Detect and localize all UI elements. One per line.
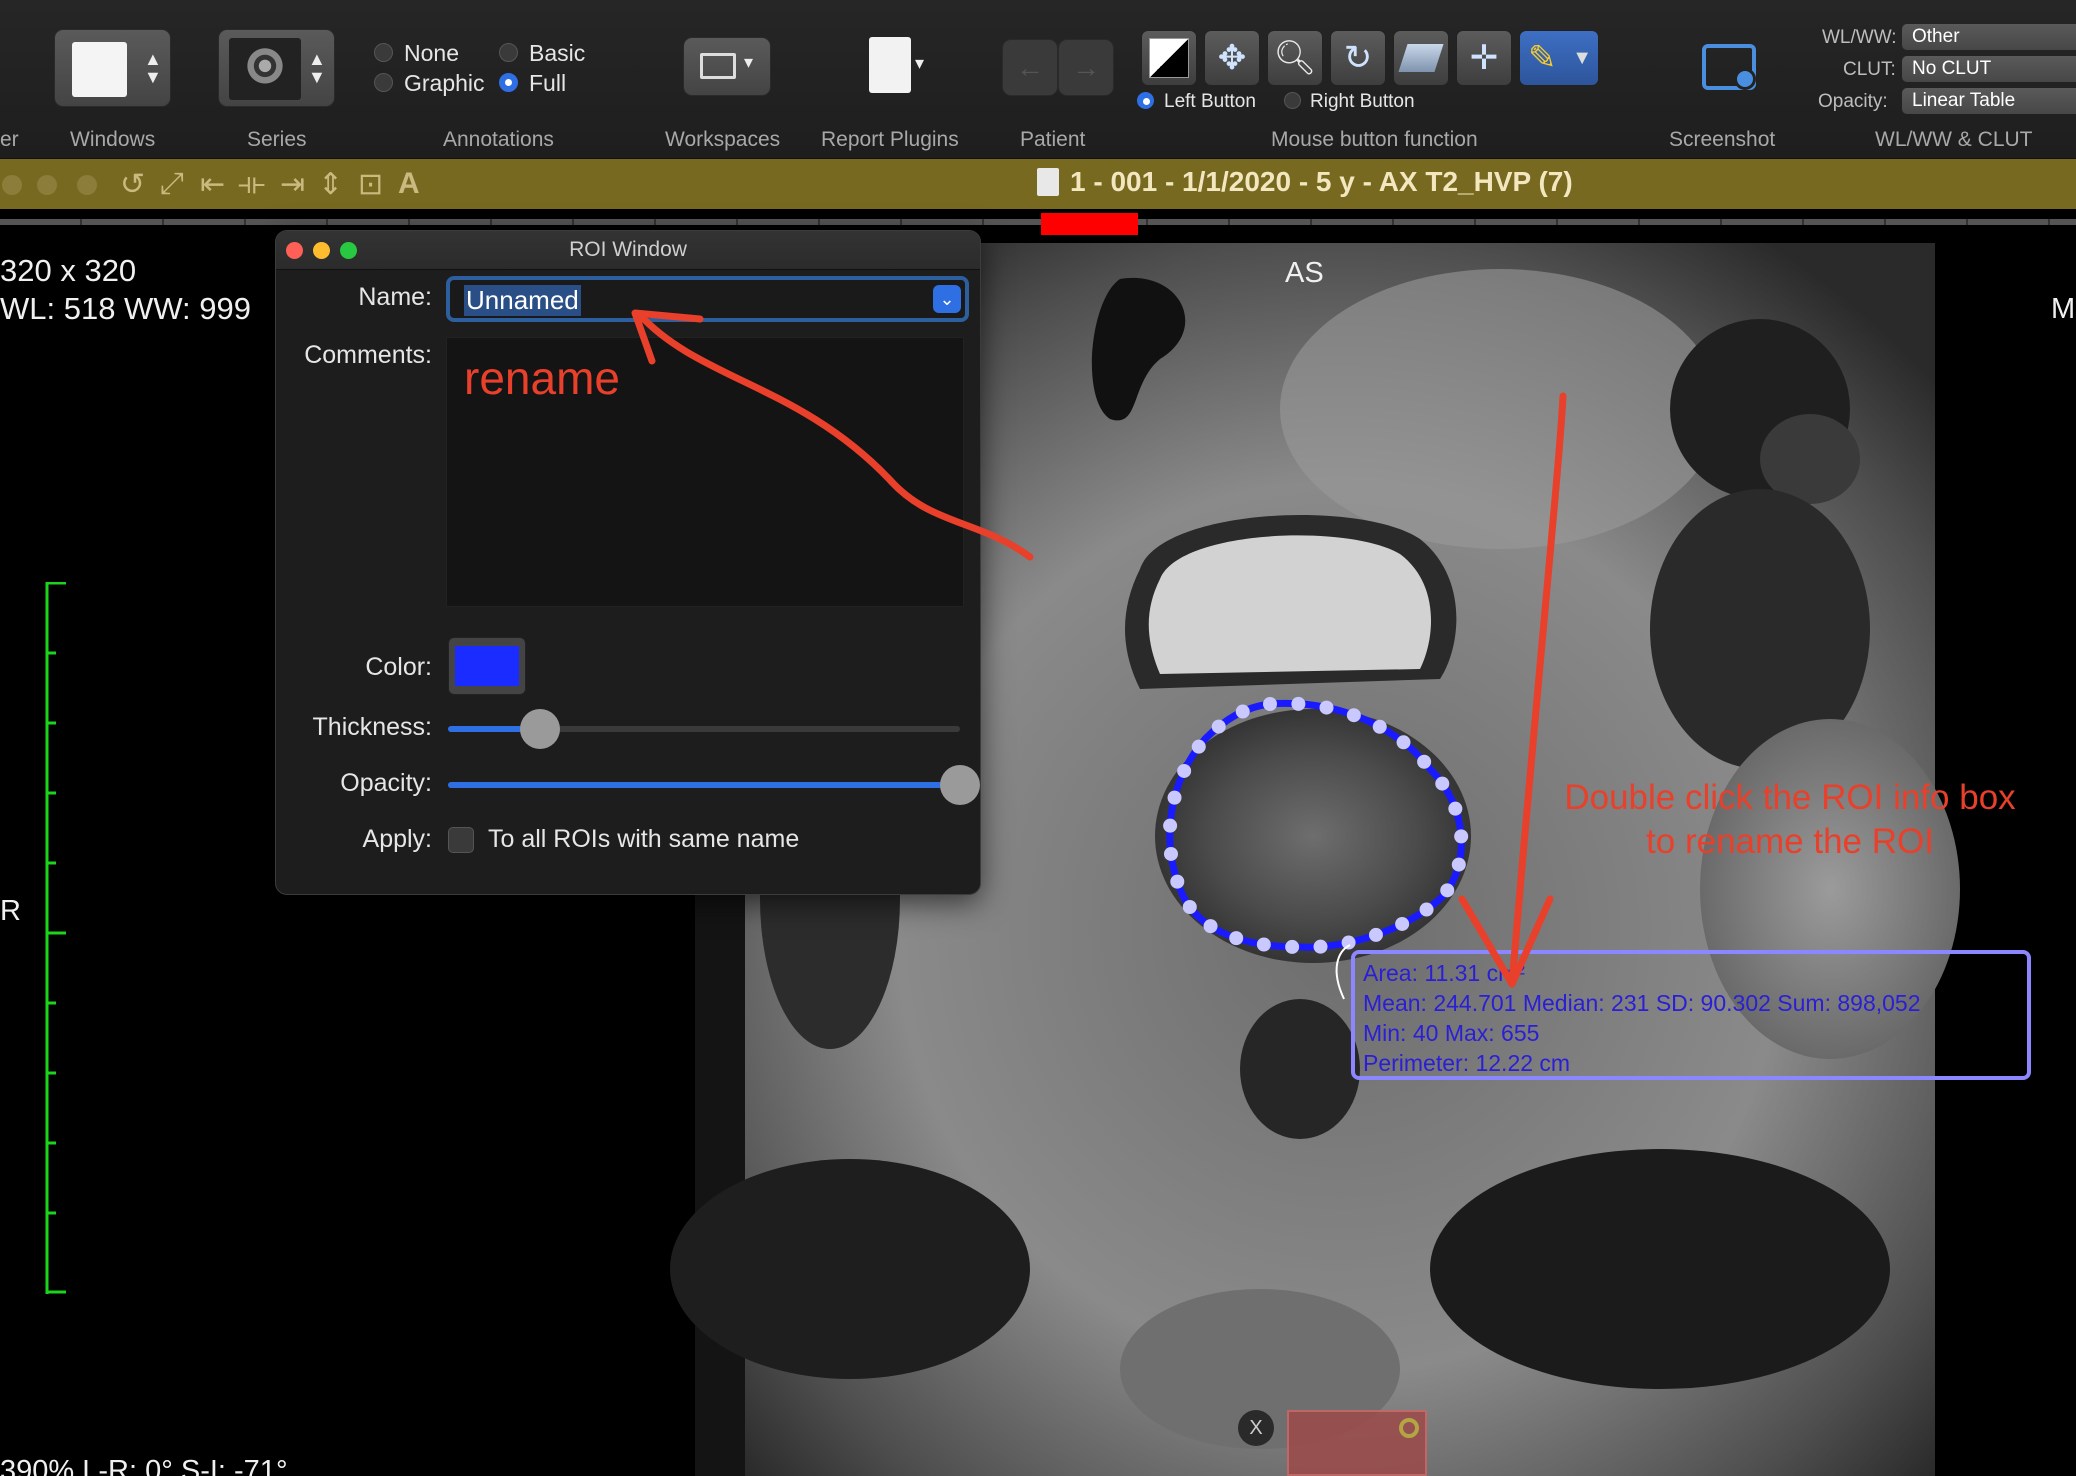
annotation-rename-arrow (631, 309, 1034, 561)
